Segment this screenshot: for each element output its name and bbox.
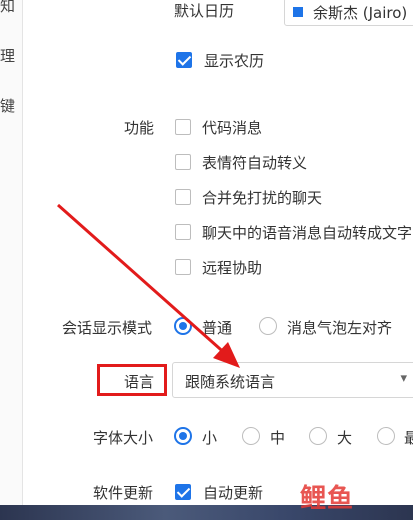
merge-muted-chats-label: 合并免打扰的聊天 <box>202 189 323 207</box>
merge-muted-chats-checkbox[interactable] <box>175 189 191 205</box>
language-value: 跟随系统语言 <box>185 373 276 391</box>
font-size-medium-label: 中 <box>270 429 286 447</box>
default-calendar-select[interactable]: 余斯杰 (Jairo) <box>284 0 413 26</box>
font-size-largest-label: 最 <box>404 429 413 447</box>
voice-to-text-checkbox[interactable] <box>175 224 191 240</box>
sidebar-item-2[interactable]: 理 <box>0 45 15 66</box>
chevron-down-icon: ▾ <box>400 371 407 386</box>
language-select[interactable]: 跟随系统语言 ▾ <box>172 362 413 398</box>
show-lunar-checkbox[interactable] <box>176 52 192 68</box>
display-mode-bubble-radio[interactable] <box>259 317 277 335</box>
code-message-label: 代码消息 <box>202 119 263 137</box>
watermark-text: 鲤鱼 <box>300 484 355 514</box>
auto-update-label: 自动更新 <box>203 484 264 502</box>
sidebar-item-1[interactable]: 知 <box>0 0 15 16</box>
font-size-largest-radio[interactable] <box>377 427 395 445</box>
sidebar-item-3[interactable]: 键 <box>0 95 15 116</box>
display-mode-label: 会话显示模式 <box>62 319 153 337</box>
font-size-medium-radio[interactable] <box>242 427 260 445</box>
remote-assist-checkbox[interactable] <box>175 259 191 275</box>
language-highlight-box <box>97 364 167 396</box>
display-mode-bubble-label: 消息气泡左对齐 <box>287 319 393 337</box>
features-label: 功能 <box>124 119 155 137</box>
default-calendar-value: 余斯杰 (Jairo) <box>313 4 408 22</box>
font-size-label: 字体大小 <box>93 429 154 447</box>
software-update-label: 软件更新 <box>93 484 154 502</box>
font-size-large-label: 大 <box>337 429 353 447</box>
default-calendar-label: 默认日历 <box>174 2 235 20</box>
settings-sidebar: 知 理 键 <box>0 0 23 520</box>
remote-assist-label: 远程协助 <box>202 259 263 277</box>
font-size-small-radio[interactable] <box>174 427 192 445</box>
code-message-checkbox[interactable] <box>175 119 191 135</box>
display-mode-normal-radio[interactable] <box>174 317 192 335</box>
font-size-small-label: 小 <box>202 429 218 447</box>
emoji-escape-label: 表情符自动转义 <box>202 154 308 172</box>
display-mode-normal-label: 普通 <box>202 319 233 337</box>
calendar-color-icon <box>293 7 303 17</box>
voice-to-text-label: 聊天中的语音消息自动转成文字 <box>202 224 413 242</box>
font-size-large-radio[interactable] <box>309 427 327 445</box>
auto-update-checkbox[interactable] <box>175 484 191 500</box>
emoji-escape-checkbox[interactable] <box>175 154 191 170</box>
show-lunar-label: 显示农历 <box>204 52 265 70</box>
